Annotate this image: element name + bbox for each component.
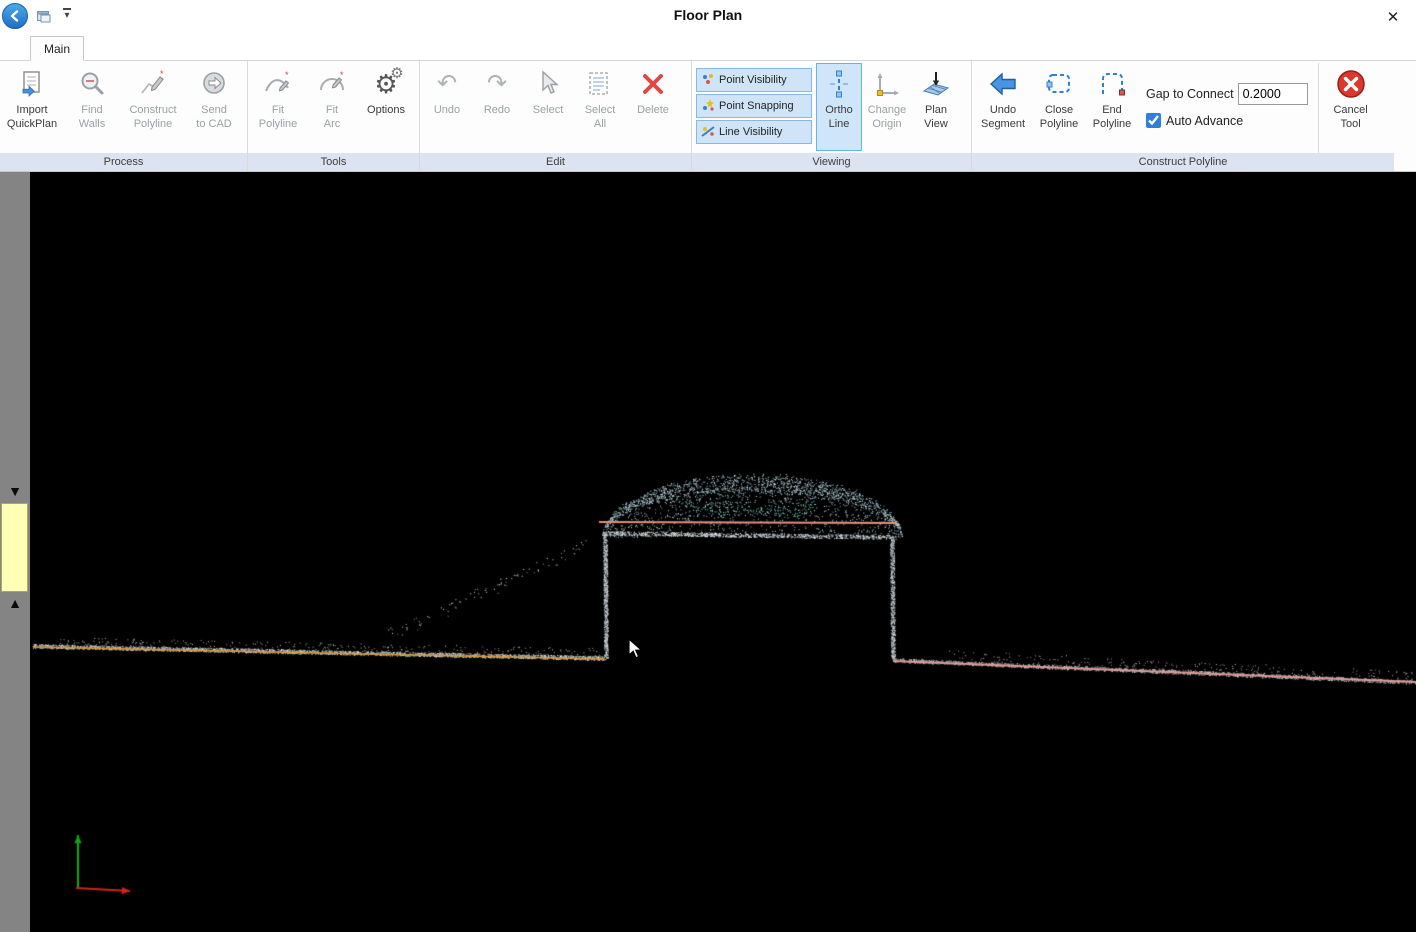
line-visibility-icon	[701, 124, 715, 141]
plan-view-button[interactable]: Plan View	[912, 63, 960, 151]
group-label-tools: Tools	[248, 153, 419, 171]
ortho-line-icon	[826, 66, 852, 102]
cancel-tool-button[interactable]: Cancel Tool	[1323, 63, 1379, 151]
undo-icon: ↶	[437, 72, 457, 96]
delete-x-icon	[639, 66, 667, 102]
fit-polyline-icon: *	[263, 66, 293, 102]
close-polyline-button[interactable]: Close Polyline	[1032, 63, 1086, 151]
point-snapping-toggle[interactable]: Point Snapping	[696, 94, 812, 118]
close-polyline-icon	[1044, 66, 1074, 102]
delete-button[interactable]: Delete	[626, 63, 680, 151]
plan-view-icon	[921, 66, 951, 102]
auto-advance-label: Auto Advance	[1166, 114, 1243, 128]
point-visibility-icon	[701, 72, 715, 89]
strip-down-arrow[interactable]: ▼	[0, 484, 30, 498]
group-label-process: Process	[0, 153, 247, 171]
construct-polyline-button[interactable]: * Construct Polyline	[122, 63, 184, 151]
find-walls-button[interactable]: Find Walls	[62, 63, 122, 151]
group-process: Import QuickPlan Find Walls * Construct …	[0, 61, 248, 171]
svg-text:*: *	[285, 70, 289, 80]
line-visibility-toggle[interactable]: Line Visibility	[696, 120, 812, 144]
gap-to-connect-input[interactable]	[1238, 83, 1308, 105]
construct-polyline-icon: *	[138, 66, 168, 102]
construct-polyline-panel: Gap to Connect Auto Advance	[1146, 83, 1308, 128]
gap-to-connect-label: Gap to Connect	[1146, 87, 1234, 101]
tab-main[interactable]: Main	[30, 36, 84, 61]
ortho-line-button[interactable]: Ortho Line	[816, 63, 862, 151]
ribbon-spacer	[1394, 61, 1416, 171]
change-origin-icon	[873, 66, 901, 102]
strip-up-arrow[interactable]: ▲	[0, 596, 30, 610]
viewport: ▼ ▲	[0, 172, 1416, 932]
group-label-edit: Edit	[420, 153, 691, 171]
cancel-tool-icon	[1335, 66, 1367, 102]
svg-text:*: *	[160, 69, 164, 79]
find-walls-icon	[77, 66, 107, 102]
group-edit: ↶ Undo ↷ Redo Select Selec	[420, 61, 692, 171]
end-polyline-button[interactable]: End Polyline	[1086, 63, 1138, 151]
cancel-tool-wrap: Cancel Tool	[1318, 63, 1379, 153]
select-all-button[interactable]: Select All	[574, 63, 626, 151]
title-bar: ▾ Floor Plan ✕	[0, 0, 1416, 33]
group-label-construct-polyline: Construct Polyline	[972, 153, 1394, 171]
point-cloud-canvas[interactable]	[30, 172, 1416, 932]
import-quickplan-button[interactable]: Import QuickPlan	[2, 63, 62, 151]
auto-advance-checkbox[interactable]	[1146, 113, 1161, 128]
point-snapping-icon	[701, 98, 715, 115]
app-window: ▾ Floor Plan ✕ Main Import QuickPlan	[0, 0, 1416, 932]
fit-arc-icon: *	[317, 66, 347, 102]
change-origin-button[interactable]: Change Origin	[862, 63, 912, 151]
options-gears-icon: ⚙ ⚙	[374, 66, 397, 102]
group-label-viewing: Viewing	[692, 153, 971, 171]
redo-button[interactable]: ↷ Redo	[472, 63, 522, 151]
select-all-icon	[585, 66, 615, 102]
ribbon-tab-row: Main	[0, 33, 1416, 61]
undo-button[interactable]: ↶ Undo	[422, 63, 472, 151]
elevation-strip[interactable]: ▼ ▲	[0, 172, 30, 932]
point-visibility-toggle[interactable]: Point Visibility	[696, 68, 812, 92]
redo-icon: ↷	[487, 72, 507, 96]
import-quickplan-icon	[17, 66, 47, 102]
elevation-range-marker[interactable]	[1, 503, 28, 592]
select-button[interactable]: Select	[522, 63, 574, 151]
ribbon: Import QuickPlan Find Walls * Construct …	[0, 61, 1416, 172]
send-to-cad-button[interactable]: Send to CAD	[184, 63, 244, 151]
undo-segment-icon	[988, 66, 1018, 102]
close-icon: ✕	[1387, 8, 1400, 26]
undo-segment-button[interactable]: Undo Segment	[974, 63, 1032, 151]
end-polyline-icon	[1097, 66, 1127, 102]
options-button[interactable]: ⚙ ⚙ Options	[358, 63, 414, 151]
window-title: Floor Plan	[0, 7, 1416, 23]
group-construct-polyline: Undo Segment Close Polyline End Polyline	[972, 61, 1394, 171]
group-viewing: Point Visibility Point Snapping Line Vis…	[692, 61, 972, 171]
fit-arc-button[interactable]: * Fit Arc	[306, 63, 358, 151]
send-to-cad-icon	[199, 66, 229, 102]
group-tools: * Fit Polyline * Fit Arc ⚙ ⚙ Options	[248, 61, 420, 171]
viewing-toggles: Point Visibility Point Snapping Line Vis…	[696, 68, 812, 146]
close-button[interactable]: ✕	[1380, 6, 1406, 28]
fit-polyline-button[interactable]: * Fit Polyline	[250, 63, 306, 151]
select-pointer-icon	[535, 66, 561, 102]
svg-text:*: *	[340, 70, 344, 80]
